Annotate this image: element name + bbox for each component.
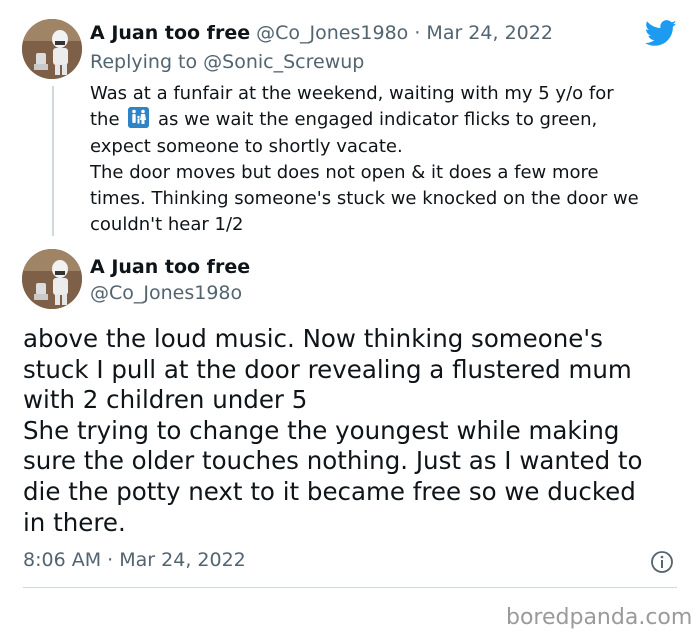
replying-to: Replying to @Sonic_Screwup [90,51,364,73]
tweet2-body: above the loud music. Now thinking someo… [23,324,693,538]
tweet-text-line: Was at a funfair at the weekend, waiting… [90,83,614,104]
tweet1-body: Was at a funfair at the weekend, waiting… [90,81,690,239]
tweet-text-line: couldn't hear 1/2 [90,214,244,236]
thread-connector-line [52,86,54,236]
tweet-text-line: with 2 children under 5 [23,385,308,415]
tweet-text-line: above the loud music. Now thinking someo… [23,324,603,353]
tweet-text-fragment: as we wait the engaged indicator flicks … [158,109,598,131]
tweet-text-line: stuck I pull at the door revealing a flu… [23,354,632,384]
separator: · [414,22,421,44]
tweet-timestamp[interactable]: 8:06 AM · Mar 24, 2022 [23,549,246,571]
display-name[interactable]: A Juan too free [90,256,250,278]
tweet-text-fragment: the [90,109,120,131]
replying-to-handle[interactable]: @Sonic_Screwup [203,51,364,73]
tweet-text-line: in there. [23,507,126,537]
tweet-text-line: The door moves but does not open & it do… [90,161,599,183]
tweet-text-line: sure the older touches nothing. Just as … [23,446,643,476]
stormtrooper-avatar-image [22,249,82,309]
twitter-bird-icon[interactable] [645,20,677,47]
tweet-text-line: the as we wait the engaged indicator fli… [90,107,690,133]
avatar[interactable] [22,19,82,79]
display-name[interactable]: A Juan too free [90,22,250,44]
tweet-text-line: expect someone to shortly vacate. [90,135,403,157]
tweet-date[interactable]: Mar 24, 2022 [426,22,553,44]
separator: · [107,549,114,571]
avatar[interactable] [22,249,82,309]
divider [23,587,677,588]
replying-to-label: Replying to [90,51,198,73]
tweet-text-line: times. Thinking someone's stuck we knock… [90,188,639,210]
info-icon[interactable] [650,550,674,574]
handle[interactable]: @Co_Jones198o [256,22,408,44]
tweet-text-line: die the potty next to it became free so … [23,476,636,506]
family-restroom-icon [128,107,150,129]
tweet-text-line: She trying to change the youngest while … [23,415,620,445]
tweet1-header: A Juan too free @Co_Jones198o · Mar 24, … [90,22,553,44]
tweet-date: Mar 24, 2022 [119,549,246,571]
watermark: boredpanda.com [506,605,693,630]
handle[interactable]: @Co_Jones198o [90,282,242,304]
stormtrooper-avatar-image [22,19,82,79]
tweet-screenshot: A Juan too free @Co_Jones198o · Mar 24, … [0,0,700,641]
tweet-time: 8:06 AM [23,549,102,571]
